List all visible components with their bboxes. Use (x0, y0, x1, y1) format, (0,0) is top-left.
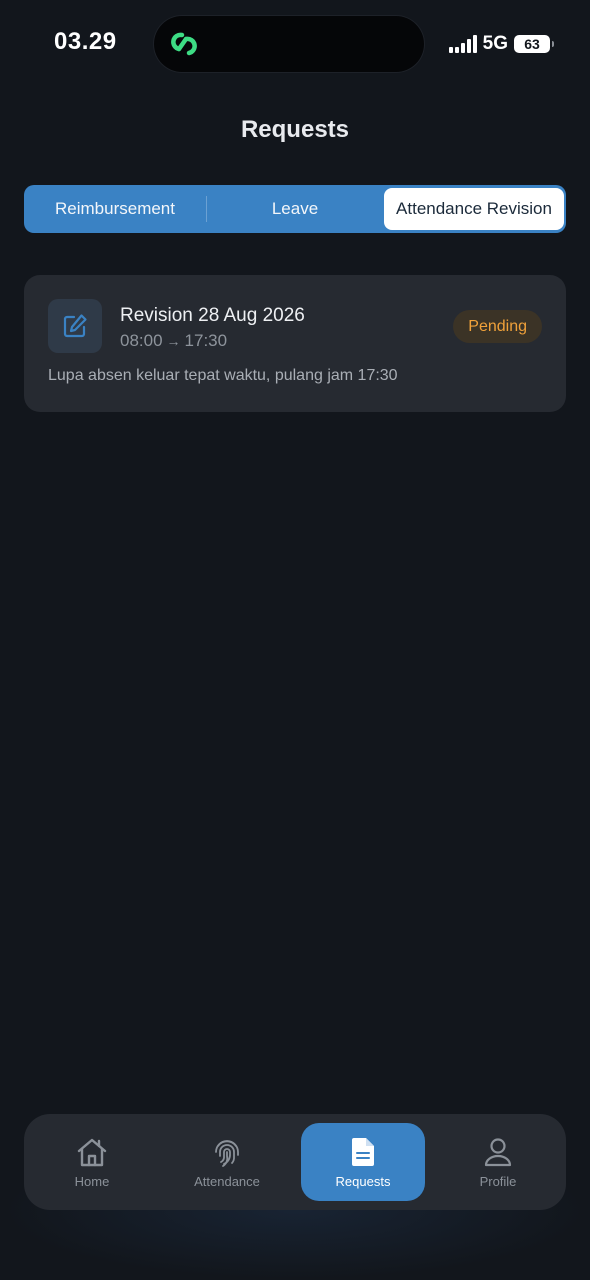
network-label: 5G (482, 33, 508, 54)
bottom-nav: Home Attendance Requests Profile (24, 1114, 566, 1210)
nav-home[interactable]: Home (30, 1123, 154, 1201)
nav-profile[interactable]: Profile (436, 1123, 560, 1201)
link-app-icon (171, 32, 197, 56)
nav-attendance[interactable]: Attendance (165, 1123, 289, 1201)
nav-requests-label: Requests (335, 1173, 391, 1189)
signal-icon (448, 35, 477, 53)
time-from: 08:00 (120, 331, 163, 350)
fingerprint-icon (215, 1139, 239, 1167)
nav-attendance-label: Attendance (194, 1173, 260, 1189)
requests-screen: 03.29 5G 63 Requests Reimbursement Leave… (0, 0, 590, 1280)
tab-reimbursement[interactable]: Reimbursement (24, 188, 206, 230)
status-badge: Pending (453, 310, 542, 343)
edit-icon (63, 314, 87, 338)
tab-leave[interactable]: Leave (207, 188, 383, 230)
status-bar: 03.29 5G 63 (0, 0, 590, 90)
battery-icon: 63 (514, 35, 554, 53)
card-icon-container (48, 299, 102, 353)
home-icon (77, 1138, 107, 1166)
document-icon (352, 1137, 374, 1166)
arrow-right-icon: → (166, 333, 181, 349)
user-icon (484, 1137, 512, 1166)
dynamic-island (154, 16, 424, 72)
tab-attendance-revision[interactable]: Attendance Revision (384, 188, 564, 230)
status-indicators: 5G 63 (448, 32, 554, 56)
request-type-tabs: Reimbursement Leave Attendance Revision (24, 185, 566, 233)
request-card[interactable]: Revision 28 Aug 2026 08:00 → 17:30 Pendi… (24, 275, 566, 412)
request-time-range: 08:00 → 17:30 (120, 331, 227, 351)
request-title: Revision 28 Aug 2026 (120, 305, 305, 326)
nav-home-label: Home (74, 1173, 110, 1189)
page-title: Requests (240, 116, 350, 143)
request-description: Lupa absen keluar tepat waktu, pulang ja… (48, 367, 398, 384)
nav-profile-label: Profile (479, 1173, 517, 1189)
status-time: 03.29 (54, 28, 117, 55)
time-to: 17:30 (184, 331, 228, 350)
battery-level: 63 (524, 36, 540, 52)
nav-requests[interactable]: Requests (301, 1123, 425, 1201)
